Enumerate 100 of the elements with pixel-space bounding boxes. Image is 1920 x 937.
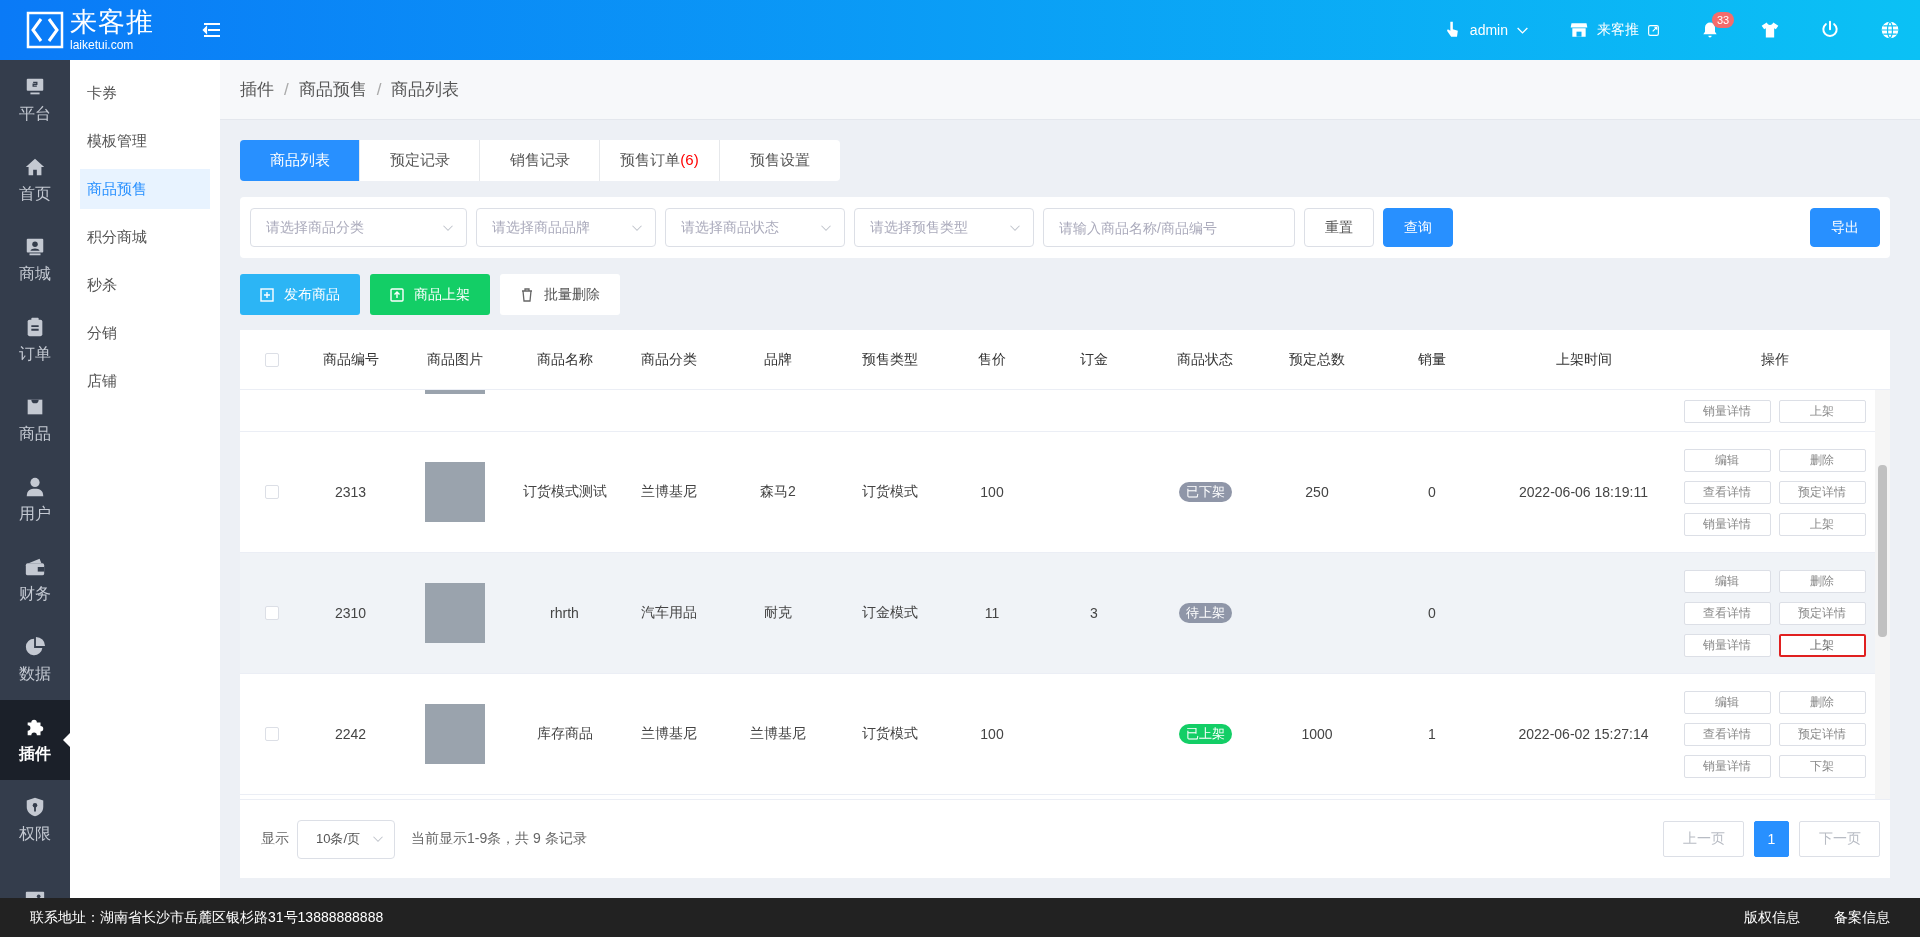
table-cell: 0 <box>1428 605 1436 621</box>
logo-icon <box>26 11 64 49</box>
table-cell: 森马2 <box>760 483 796 499</box>
table-cell: 100 <box>980 726 1004 742</box>
row-action-button[interactable]: 预定详情 <box>1778 722 1866 746</box>
submenu-item[interactable]: 分销 <box>80 313 210 353</box>
contact-address: 联系地址：湖南省长沙市岳麓区银杉路31号13888888888 <box>30 908 384 927</box>
row-action-button[interactable]: 销量详情 <box>1683 512 1771 536</box>
rail-item[interactable]: 订单 <box>0 300 70 380</box>
table-cell: 汽车用品 <box>641 604 697 620</box>
submenu-item[interactable]: 模板管理 <box>80 121 210 161</box>
rail-item[interactable]: 插件 <box>0 700 70 780</box>
checkbox[interactable] <box>264 727 279 741</box>
rail-item[interactable]: 数据 <box>0 620 70 700</box>
logo-text: 来客推 <box>70 9 154 36</box>
shield-icon <box>24 795 46 818</box>
batch-delete-button[interactable]: 批量删除 <box>500 274 620 315</box>
shirt-icon[interactable] <box>1760 20 1780 40</box>
breadcrumb-item: 商品列表 <box>391 79 460 101</box>
table-cell: 兰博基尼 <box>641 483 697 499</box>
tab[interactable]: 预售订单(6) <box>600 140 720 181</box>
scrollbar[interactable] <box>1875 390 1890 799</box>
table-cell: 2310 <box>334 605 367 621</box>
user-name[interactable]: admin <box>1469 22 1508 38</box>
footer-link[interactable]: 备案信息 <box>1834 908 1890 927</box>
status-badge: 待上架 <box>1178 603 1232 623</box>
tab[interactable]: 预售设置 <box>720 140 840 181</box>
store-icon <box>1569 20 1589 40</box>
query-button[interactable]: 查询 <box>1383 208 1453 247</box>
checkbox[interactable] <box>264 352 279 367</box>
select-field[interactable]: 请选择商品品牌 <box>476 208 656 247</box>
table-cell: 订货模式 <box>861 483 918 499</box>
rail-item[interactable]: 用户 <box>0 460 70 540</box>
page-size-select[interactable]: 10条/页 <box>297 819 395 859</box>
table-cell: 库存商品 <box>536 725 593 741</box>
column-header: 商品图片 <box>425 350 484 369</box>
column-header: 销量 <box>1417 350 1447 369</box>
export-button[interactable]: 导出 <box>1810 208 1880 247</box>
external-link-icon[interactable] <box>1647 23 1660 37</box>
select-field[interactable]: 请选择商品状态 <box>665 208 845 247</box>
rail-item[interactable]: 首页 <box>0 140 70 220</box>
publish-button[interactable]: 发布商品 <box>240 274 360 315</box>
table-cell: 耐克 <box>764 604 792 620</box>
reset-button[interactable]: 重置 <box>1304 208 1374 247</box>
row-action-button[interactable]: 预定详情 <box>1778 480 1866 504</box>
table-cell: 11 <box>984 605 1000 621</box>
tab[interactable]: 预定记录 <box>360 140 480 181</box>
footer-link[interactable]: 版权信息 <box>1744 908 1800 927</box>
row-action-button[interactable]: 预定详情 <box>1778 601 1866 625</box>
rail-item[interactable]: 商城 <box>0 220 70 300</box>
row-action-button[interactable]: 删除 <box>1778 690 1866 714</box>
power-icon[interactable] <box>1820 20 1840 40</box>
scrollbar-thumb[interactable] <box>1878 465 1887 637</box>
rail-item[interactable]: 财务 <box>0 540 70 620</box>
breadcrumb-item[interactable]: 商品预售 <box>298 78 367 101</box>
row-action-button[interactable]: 查看详情 <box>1683 722 1771 746</box>
row-action-button[interactable]: 上架 <box>1778 512 1866 536</box>
logo-domain: laiketui.com <box>70 39 135 51</box>
search-field[interactable]: 请输入商品名称/商品编号 <box>1043 208 1295 247</box>
tab[interactable]: 销售记录 <box>480 140 600 181</box>
row-action-button[interactable]: 上架 <box>1778 633 1866 657</box>
submenu-item[interactable]: 卡券 <box>80 73 210 113</box>
tab[interactable]: 商品列表 <box>240 140 360 181</box>
row-action-button[interactable]: 删除 <box>1778 448 1866 472</box>
status-badge: 已下架 <box>1178 482 1232 502</box>
trash-icon <box>520 287 534 302</box>
row-action-button[interactable]: 销量详情 <box>1683 400 1771 423</box>
globe-icon[interactable] <box>1880 20 1900 40</box>
rail-item[interactable]: 权限 <box>0 780 70 860</box>
checkbox[interactable] <box>264 485 279 499</box>
row-action-button[interactable]: 删除 <box>1778 569 1866 593</box>
rail-item[interactable]: 平台 <box>0 60 70 140</box>
page-number-button[interactable]: 1 <box>1754 821 1789 857</box>
row-action-button[interactable]: 查看详情 <box>1683 480 1771 504</box>
submenu-item[interactable]: 店铺 <box>80 361 210 401</box>
breadcrumb-separator: / <box>376 79 382 100</box>
row-action-button[interactable]: 编辑 <box>1683 690 1771 714</box>
submenu-item[interactable]: 积分商城 <box>80 217 210 257</box>
rail-item[interactable]: 商品 <box>0 380 70 460</box>
row-action-button[interactable]: 查看详情 <box>1683 601 1771 625</box>
row-action-button[interactable]: 编辑 <box>1683 448 1771 472</box>
row-action-button[interactable]: 销量详情 <box>1683 633 1771 657</box>
menu-icon[interactable] <box>202 21 222 39</box>
submenu-item[interactable]: 商品预售 <box>80 169 210 209</box>
list-button[interactable]: 商品上架 <box>370 274 490 315</box>
breadcrumb-item[interactable]: 插件 <box>240 78 274 101</box>
table-cell: rhrth <box>550 605 579 621</box>
select-field[interactable]: 请选择预售类型 <box>854 208 1034 247</box>
submenu-item[interactable]: 秒杀 <box>80 265 210 305</box>
row-action-button[interactable]: 编辑 <box>1683 569 1771 593</box>
store-name[interactable]: 来客推 <box>1597 21 1639 39</box>
row-action-button[interactable]: 上架 <box>1778 400 1866 423</box>
column-header: 上架时间 <box>1554 350 1613 369</box>
select-field[interactable]: 请选择商品分类 <box>250 208 467 247</box>
row-action-button[interactable]: 销量详情 <box>1683 754 1771 778</box>
photo-placeholder <box>424 462 485 522</box>
row-action-button[interactable]: 下架 <box>1778 754 1866 778</box>
column-header: 售价 <box>977 350 1007 369</box>
table-cell: 250 <box>1305 484 1329 500</box>
checkbox[interactable] <box>264 606 279 620</box>
